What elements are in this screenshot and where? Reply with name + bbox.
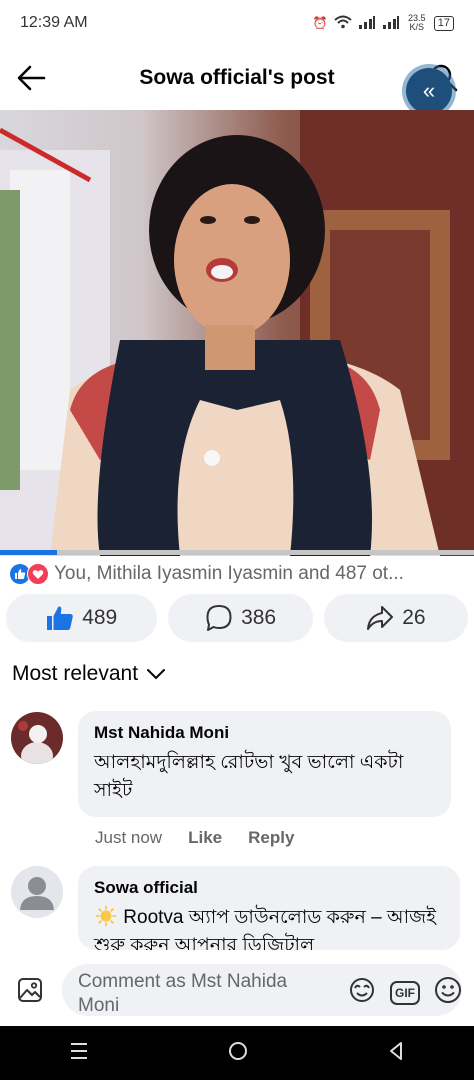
comment-count: 386: [241, 606, 277, 629]
commenter-avatar[interactable]: [11, 712, 63, 764]
comment-text: আলহামদুলিল্লাহ রোটভা খুব ভালো একটা সাইট: [94, 752, 404, 801]
share-button[interactable]: 26: [323, 594, 468, 642]
comment-button[interactable]: 386: [168, 594, 313, 642]
recents-button[interactable]: [68, 1042, 90, 1065]
double-chevron-left-icon: «: [422, 78, 436, 103]
reactions-summary[interactable]: You, Mithila Iyasmin Iyasmin and 487 ot.…: [10, 562, 466, 586]
signal-icon: [358, 15, 376, 32]
comment-meta: Just now Like Reply: [95, 828, 294, 848]
like-button[interactable]: 489: [6, 594, 158, 642]
smiley-icon: [435, 977, 461, 1003]
battery-indicator: 17: [433, 15, 454, 31]
thumbs-up-icon: [47, 606, 74, 630]
share-arrow-icon: [367, 606, 394, 630]
comment-bubble[interactable]: Mst Nahida Moni আলহামদুলিল্লাহ রোটভা খুব…: [78, 711, 451, 817]
comment-bubble-icon: [206, 605, 232, 631]
comment-author[interactable]: Sowa official: [94, 878, 444, 898]
circle-home-icon: [228, 1041, 247, 1060]
page-title: Sowa official's post: [139, 66, 335, 89]
comment-author[interactable]: Mst Nahida Moni: [94, 723, 435, 743]
back-nav-button[interactable]: [386, 1040, 406, 1067]
triangle-back-icon: [389, 1041, 402, 1060]
home-button[interactable]: [227, 1040, 249, 1067]
commenter-avatar-default[interactable]: [11, 866, 63, 918]
image-icon: [18, 978, 42, 1002]
video-frame-illustration: [0, 110, 474, 556]
photo-attach-button[interactable]: [16, 976, 44, 1009]
system-navigation-bar: [0, 1026, 474, 1080]
composer-actions: GIF: [348, 976, 462, 1009]
post-header: Sowa official's post «: [0, 46, 474, 114]
comment-placeholder: Comment as Mst Nahida Moni: [78, 971, 288, 1016]
sort-label: Most relevant: [12, 662, 139, 685]
post-video[interactable]: [0, 110, 474, 556]
avatar-sticker-button[interactable]: [348, 976, 376, 1009]
avatar-sticker-icon: [350, 978, 374, 1002]
status-time: 12:39 AM: [20, 14, 88, 31]
share-count: 26: [402, 606, 426, 629]
comment-reply-button[interactable]: Reply: [248, 828, 294, 848]
comment-sort-dropdown[interactable]: Most relevant: [12, 662, 166, 686]
comment-text-row: Rootva অ্যাপ ডাউনলোড করুন – আজই শুরু করু…: [94, 904, 444, 950]
status-bar: 12:39 AM ⏰ 23.5 K/S 17: [0, 0, 474, 46]
alarm-icon: ⏰: [312, 16, 328, 30]
video-progress-bar[interactable]: [0, 550, 474, 555]
default-user-icon: [20, 877, 54, 910]
comment-composer: Comment as Mst Nahida Moni GIF: [0, 950, 474, 1026]
avatar-image: [11, 712, 63, 764]
comment-time: Just now: [95, 828, 163, 847]
video-progress-fill: [0, 550, 57, 555]
comment-like-button[interactable]: Like: [188, 828, 222, 848]
status-icons: ⏰ 23.5 K/S 17: [313, 14, 454, 32]
floating-assistant-bubble[interactable]: «: [406, 68, 452, 114]
comment-bubble[interactable]: Sowa official Rootva অ্যাপ ডাউনলোড করুন …: [78, 866, 460, 950]
comment-text: Rootva অ্যাপ ডাউনলোড করুন – আজই শুরু করু…: [94, 907, 436, 950]
gif-button[interactable]: GIF: [390, 980, 420, 1005]
net-speed: 23.5 K/S: [407, 13, 426, 32]
signal-icon-2: [382, 15, 400, 32]
menu-lines-icon: [71, 1042, 88, 1059]
gif-label: GIF: [395, 985, 415, 1000]
wifi-icon: [334, 15, 352, 32]
post-actions: 489 386 26: [6, 594, 468, 642]
emoji-button[interactable]: [434, 976, 462, 1009]
sparkle-sun-icon: [94, 905, 123, 928]
like-count: 489: [82, 606, 118, 629]
reactions-text: You, Mithila Iyasmin Iyasmin and 487 ot.…: [54, 563, 404, 584]
chevron-down-icon: [147, 669, 166, 680]
love-reaction-icon: [27, 563, 49, 585]
